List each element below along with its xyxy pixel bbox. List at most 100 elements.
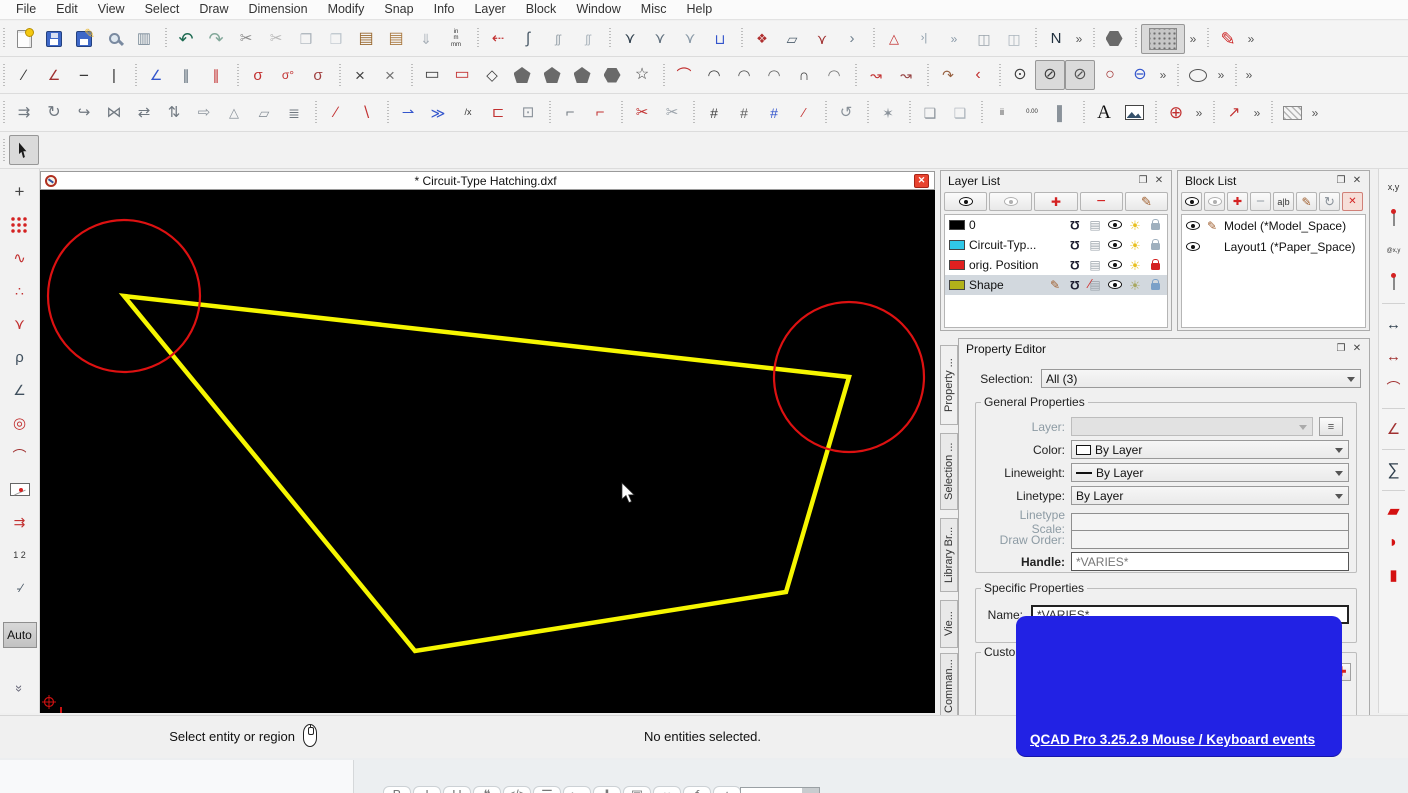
block-row-model[interactable]: ✎Model (*Model_Space) [1182,215,1365,236]
editor-unordered-list-button[interactable]: ☰ [533,786,561,793]
menu-info[interactable]: Info [424,0,465,19]
editor-bold-button[interactable]: B [383,786,411,793]
scale-factor[interactable]: /x [453,98,483,128]
selection-pointer[interactable] [9,135,39,165]
editor-code-button[interactable]: </> [503,786,531,793]
cut-with-reference[interactable]: ✂ [261,24,291,54]
explode[interactable]: ✶ [873,98,903,128]
menu-dimension[interactable]: Dimension [239,0,318,19]
line-tangent-2-circles[interactable]: σ° [273,60,303,90]
drawing-unit[interactable]: in m mm [441,24,471,54]
layer-lock-icon[interactable] [1147,279,1163,292]
dock-tab-comman[interactable]: Comman... [940,653,958,720]
layer-list-float-icon[interactable]: ❐ [1135,174,1151,188]
block-list-float-icon[interactable]: ❐ [1333,174,1349,188]
polygon-center-corner[interactable] [507,60,537,90]
ellipse[interactable] [1183,60,1213,90]
arc-2-points-radius[interactable]: ◠ [729,60,759,90]
layer-row-orig-position[interactable]: orig. PositionΩ▤☀ [945,255,1167,275]
translate[interactable]: ⇨ [189,98,219,128]
layer-print-icon[interactable]: ▤ [1087,259,1103,271]
arc-center-point-angles[interactable]: ◠ [699,60,729,90]
arc-endpoints[interactable]: ◠ [819,60,849,90]
toolbar-overflow-icon[interactable]: » [1071,32,1087,46]
qcad-events-link[interactable]: QCAD Pro 3.25.2.9 Mouse / Keyboard event… [1030,732,1315,747]
menu-layer[interactable]: Layer [464,0,515,19]
reverse[interactable]: ↺ [831,98,861,128]
snap-restrict-orthogonal[interactable]: ⇉ [6,509,34,535]
new-document[interactable] [9,24,39,54]
draw-polyline[interactable]: ⇠ [483,24,513,54]
detect-duplicates[interactable]: ii [987,98,1017,128]
purge-block[interactable]: ✕ [1342,192,1363,211]
distance-point-point[interactable]: ↔ [1381,312,1407,336]
snap-tangential[interactable]: ⌒ [6,443,34,469]
arc-2-points-angle[interactable]: ◠ [759,60,789,90]
menu-view[interactable]: View [88,0,135,19]
arc-concatenation[interactable]: ↷ [933,60,963,90]
layer-list-title-bar[interactable]: Layer List ❐ ✕ [941,171,1171,190]
snap-free[interactable]: ∿ [6,245,34,271]
print-preview[interactable] [99,24,129,54]
layer-frozen-sun-icon[interactable]: ☀ [1127,239,1143,252]
editor-ordered-list-button[interactable]: ≔ [563,786,591,793]
polygon-corner-corner[interactable] [537,60,567,90]
block-list-close-icon[interactable]: ✕ [1349,174,1365,188]
flip-horizontal[interactable]: ⇄ [129,98,159,128]
snap-center[interactable]: ◎ [6,410,34,436]
layer-visibility-eye-icon[interactable] [1107,279,1123,291]
block-visibility-eye-icon[interactable] [1186,242,1200,251]
edit-layer[interactable]: ✎ [1125,192,1168,211]
editor-link-button[interactable]: ∞ [653,786,681,793]
arc-chord[interactable]: ∩ [789,60,819,90]
node-align[interactable]: ›| [909,24,939,54]
round-corner[interactable]: ⌐ [555,98,585,128]
remove-layer[interactable]: − [1080,192,1123,211]
block-clip[interactable]: ⊡ [513,98,543,128]
morph-shape[interactable]: ❖ [747,24,777,54]
divide-2[interactable]: ✂ [657,98,687,128]
export-bitmap[interactable]: ▥ [129,24,159,54]
mirror[interactable]: ⋈ [99,98,129,128]
layer-snap-magnet-icon[interactable]: Ω [1067,219,1083,231]
circle-3-points[interactable]: ⊘ [1065,60,1095,90]
view-3d[interactable] [1099,24,1129,54]
snap-grid[interactable] [6,212,34,238]
copy[interactable]: ❐ [291,24,321,54]
add-layer[interactable]: ✚ [1034,192,1077,211]
layer-combo[interactable] [1071,417,1313,436]
delete-segments[interactable]: ⊔ [705,24,735,54]
layer-snap-magnet-icon[interactable]: Ω [1067,279,1083,291]
append-node[interactable]: ⋎ [645,24,675,54]
editor-underline-button[interactable]: U [443,786,471,793]
snap-endpoints[interactable]: ⋎ [6,311,34,337]
property-painter[interactable]: ▌ [1047,98,1077,128]
linetype-scale-input[interactable] [1071,513,1349,532]
menu-window[interactable]: Window [566,0,630,19]
line-horizontal[interactable]: − [69,60,99,90]
copy-with-reference[interactable]: ❐ [321,24,351,54]
editor-template-button[interactable]: ƒ [683,786,711,793]
handle-input[interactable] [1071,552,1349,571]
toolbar-overflow-icon[interactable]: » [1307,106,1323,120]
rectangle[interactable]: ▭ [417,60,447,90]
block-list-title-bar[interactable]: Block List ❐ ✕ [1178,171,1369,190]
shape-convert[interactable]: △ [879,24,909,54]
snap-crosshair[interactable]: + [6,179,34,205]
clip-polyline[interactable]: ⋎ [807,24,837,54]
box-join[interactable]: ◫ [999,24,1029,54]
show-all-layers[interactable] [944,192,987,211]
property-editor-title-bar[interactable]: Property Editor ❐ ✕ [959,339,1369,358]
layer-snap-magnet-icon[interactable]: Ω [1067,259,1083,271]
editor-blockquote-button[interactable]: ❝ [473,786,501,793]
circle-center-point[interactable]: ⊙ [1005,60,1035,90]
refresh-blocks[interactable]: ↻ [1319,192,1340,211]
break-gap[interactable]: # [759,98,789,128]
lineweight-combo[interactable]: By Layer [1071,463,1349,482]
line-tangent-point-circle[interactable]: σ [243,60,273,90]
distance-entity-point[interactable]: ↔ [1381,344,1407,368]
layer-row-circuit-typ-[interactable]: Circuit-Typ...Ω▤☀ [945,235,1167,255]
stretch[interactable]: ≫ [423,98,453,128]
layer-snap-magnet-icon[interactable]: Ω [1067,239,1083,251]
snap-auto-button[interactable]: Auto [3,622,37,648]
